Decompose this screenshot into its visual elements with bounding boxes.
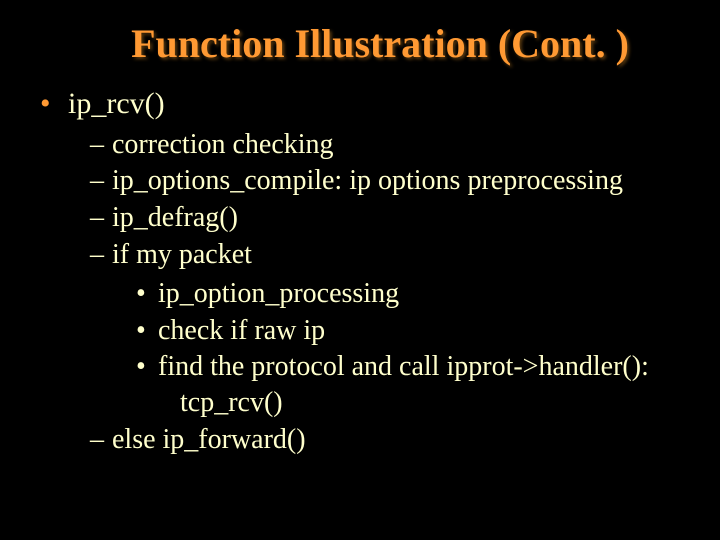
list-item: ip_defrag(): [90, 200, 690, 237]
bullet-list-level1: ip_rcv() correction checking ip_options_…: [30, 85, 690, 459]
bullet-list-level3: ip_option_processing check if raw ip fin…: [112, 276, 690, 422]
bullet-text: ip_option_processing: [158, 278, 399, 309]
bullet-text: find the protocol and call ipprot->handl…: [158, 351, 649, 382]
bullet-text: check if raw ip: [158, 315, 325, 346]
list-item: find the protocol and call ipprot->handl…: [136, 349, 690, 422]
list-item: correction checking: [90, 127, 690, 164]
bullet-text: if my packet: [112, 239, 252, 270]
slide-title: Function Illustration (Cont. ): [30, 20, 690, 67]
list-item: ip_option_processing: [136, 276, 690, 312]
list-item: ip_rcv() correction checking ip_options_…: [40, 85, 690, 459]
list-item: check if raw ip: [136, 313, 690, 349]
bullet-text: ip_defrag(): [112, 202, 238, 233]
bullet-text: else ip_forward(): [112, 424, 306, 455]
bullet-text: correction checking: [112, 129, 334, 160]
bullet-text: ip_options_compile: ip options preproces…: [112, 165, 623, 196]
bullet-list-level2: correction checking ip_options_compile: …: [68, 127, 690, 459]
list-item: ip_options_compile: ip options preproces…: [90, 163, 690, 200]
slide: Function Illustration (Cont. ) ip_rcv() …: [0, 0, 720, 540]
list-item: if my packet ip_option_processing check …: [90, 237, 690, 422]
bullet-text-continuation: tcp_rcv(): [158, 385, 690, 421]
list-item: else ip_forward(): [90, 422, 690, 459]
bullet-text: ip_rcv(): [68, 87, 165, 120]
